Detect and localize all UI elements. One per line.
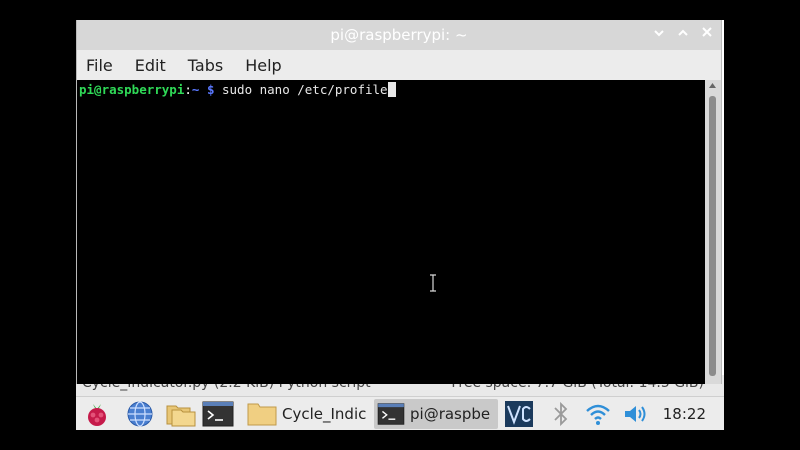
wifi-icon[interactable] [584, 400, 612, 428]
prompt-colon: : [184, 82, 192, 97]
minimize-button[interactable] [651, 25, 667, 43]
terminal-icon [377, 403, 405, 425]
ibeam-cursor-icon [430, 274, 436, 292]
task-terminal-label: pi@raspbe [410, 405, 491, 423]
text-cursor [387, 82, 396, 97]
web-browser-icon[interactable] [124, 400, 156, 428]
bluetooth-icon[interactable] [550, 400, 572, 428]
prompt-line: pi@raspberrypi:~ $ sudo nano /etc/profil… [79, 82, 396, 97]
typed-command: sudo nano /etc/profile [222, 82, 388, 97]
menu-tabs[interactable]: Tabs [177, 56, 234, 75]
volume-icon[interactable] [622, 400, 650, 428]
raspberry-menu-icon[interactable] [82, 400, 112, 428]
close-button[interactable] [699, 25, 715, 43]
maximize-button[interactable] [675, 25, 691, 43]
desktop-screen: Cycle_Indicator.py (2.2 KiB) Python scri… [76, 20, 724, 430]
folder-icon [247, 403, 277, 426]
window-title: pi@raspberrypi: ~ [330, 26, 468, 44]
vnc-icon[interactable] [504, 400, 534, 428]
chevron-down-icon [654, 30, 664, 37]
task-file-manager-label: Cycle_Indic [282, 405, 367, 423]
prompt-user-host: pi@raspberrypi [79, 82, 185, 97]
task-file-manager[interactable]: Cycle_Indic [246, 399, 372, 429]
close-icon [702, 27, 712, 37]
window-titlebar[interactable]: pi@raspberrypi: ~ [77, 20, 721, 50]
vertical-scrollbar[interactable] [705, 80, 721, 384]
task-terminal[interactable]: pi@raspbe [374, 399, 498, 429]
menu-help[interactable]: Help [234, 56, 292, 75]
menu-file[interactable]: File [77, 56, 124, 75]
file-manager-icon[interactable] [164, 400, 198, 428]
scrollbar-thumb[interactable] [709, 96, 716, 376]
prompt-dollar: $ [199, 82, 222, 97]
terminal-icon[interactable] [202, 400, 234, 428]
clock[interactable]: 18:22 [663, 405, 706, 423]
chevron-up-icon [678, 29, 688, 36]
terminal-window[interactable]: pi@raspberrypi: ~ File Edit Tabs Help pi… [76, 20, 722, 384]
scroll-up-arrow-icon[interactable] [708, 82, 717, 89]
menubar: File Edit Tabs Help [77, 50, 721, 80]
terminal-output[interactable]: pi@raspberrypi:~ $ sudo nano /etc/profil… [77, 80, 705, 384]
taskbar: Cycle_Indic pi@raspbe 18:22 [76, 396, 724, 430]
menu-edit[interactable]: Edit [124, 56, 177, 75]
